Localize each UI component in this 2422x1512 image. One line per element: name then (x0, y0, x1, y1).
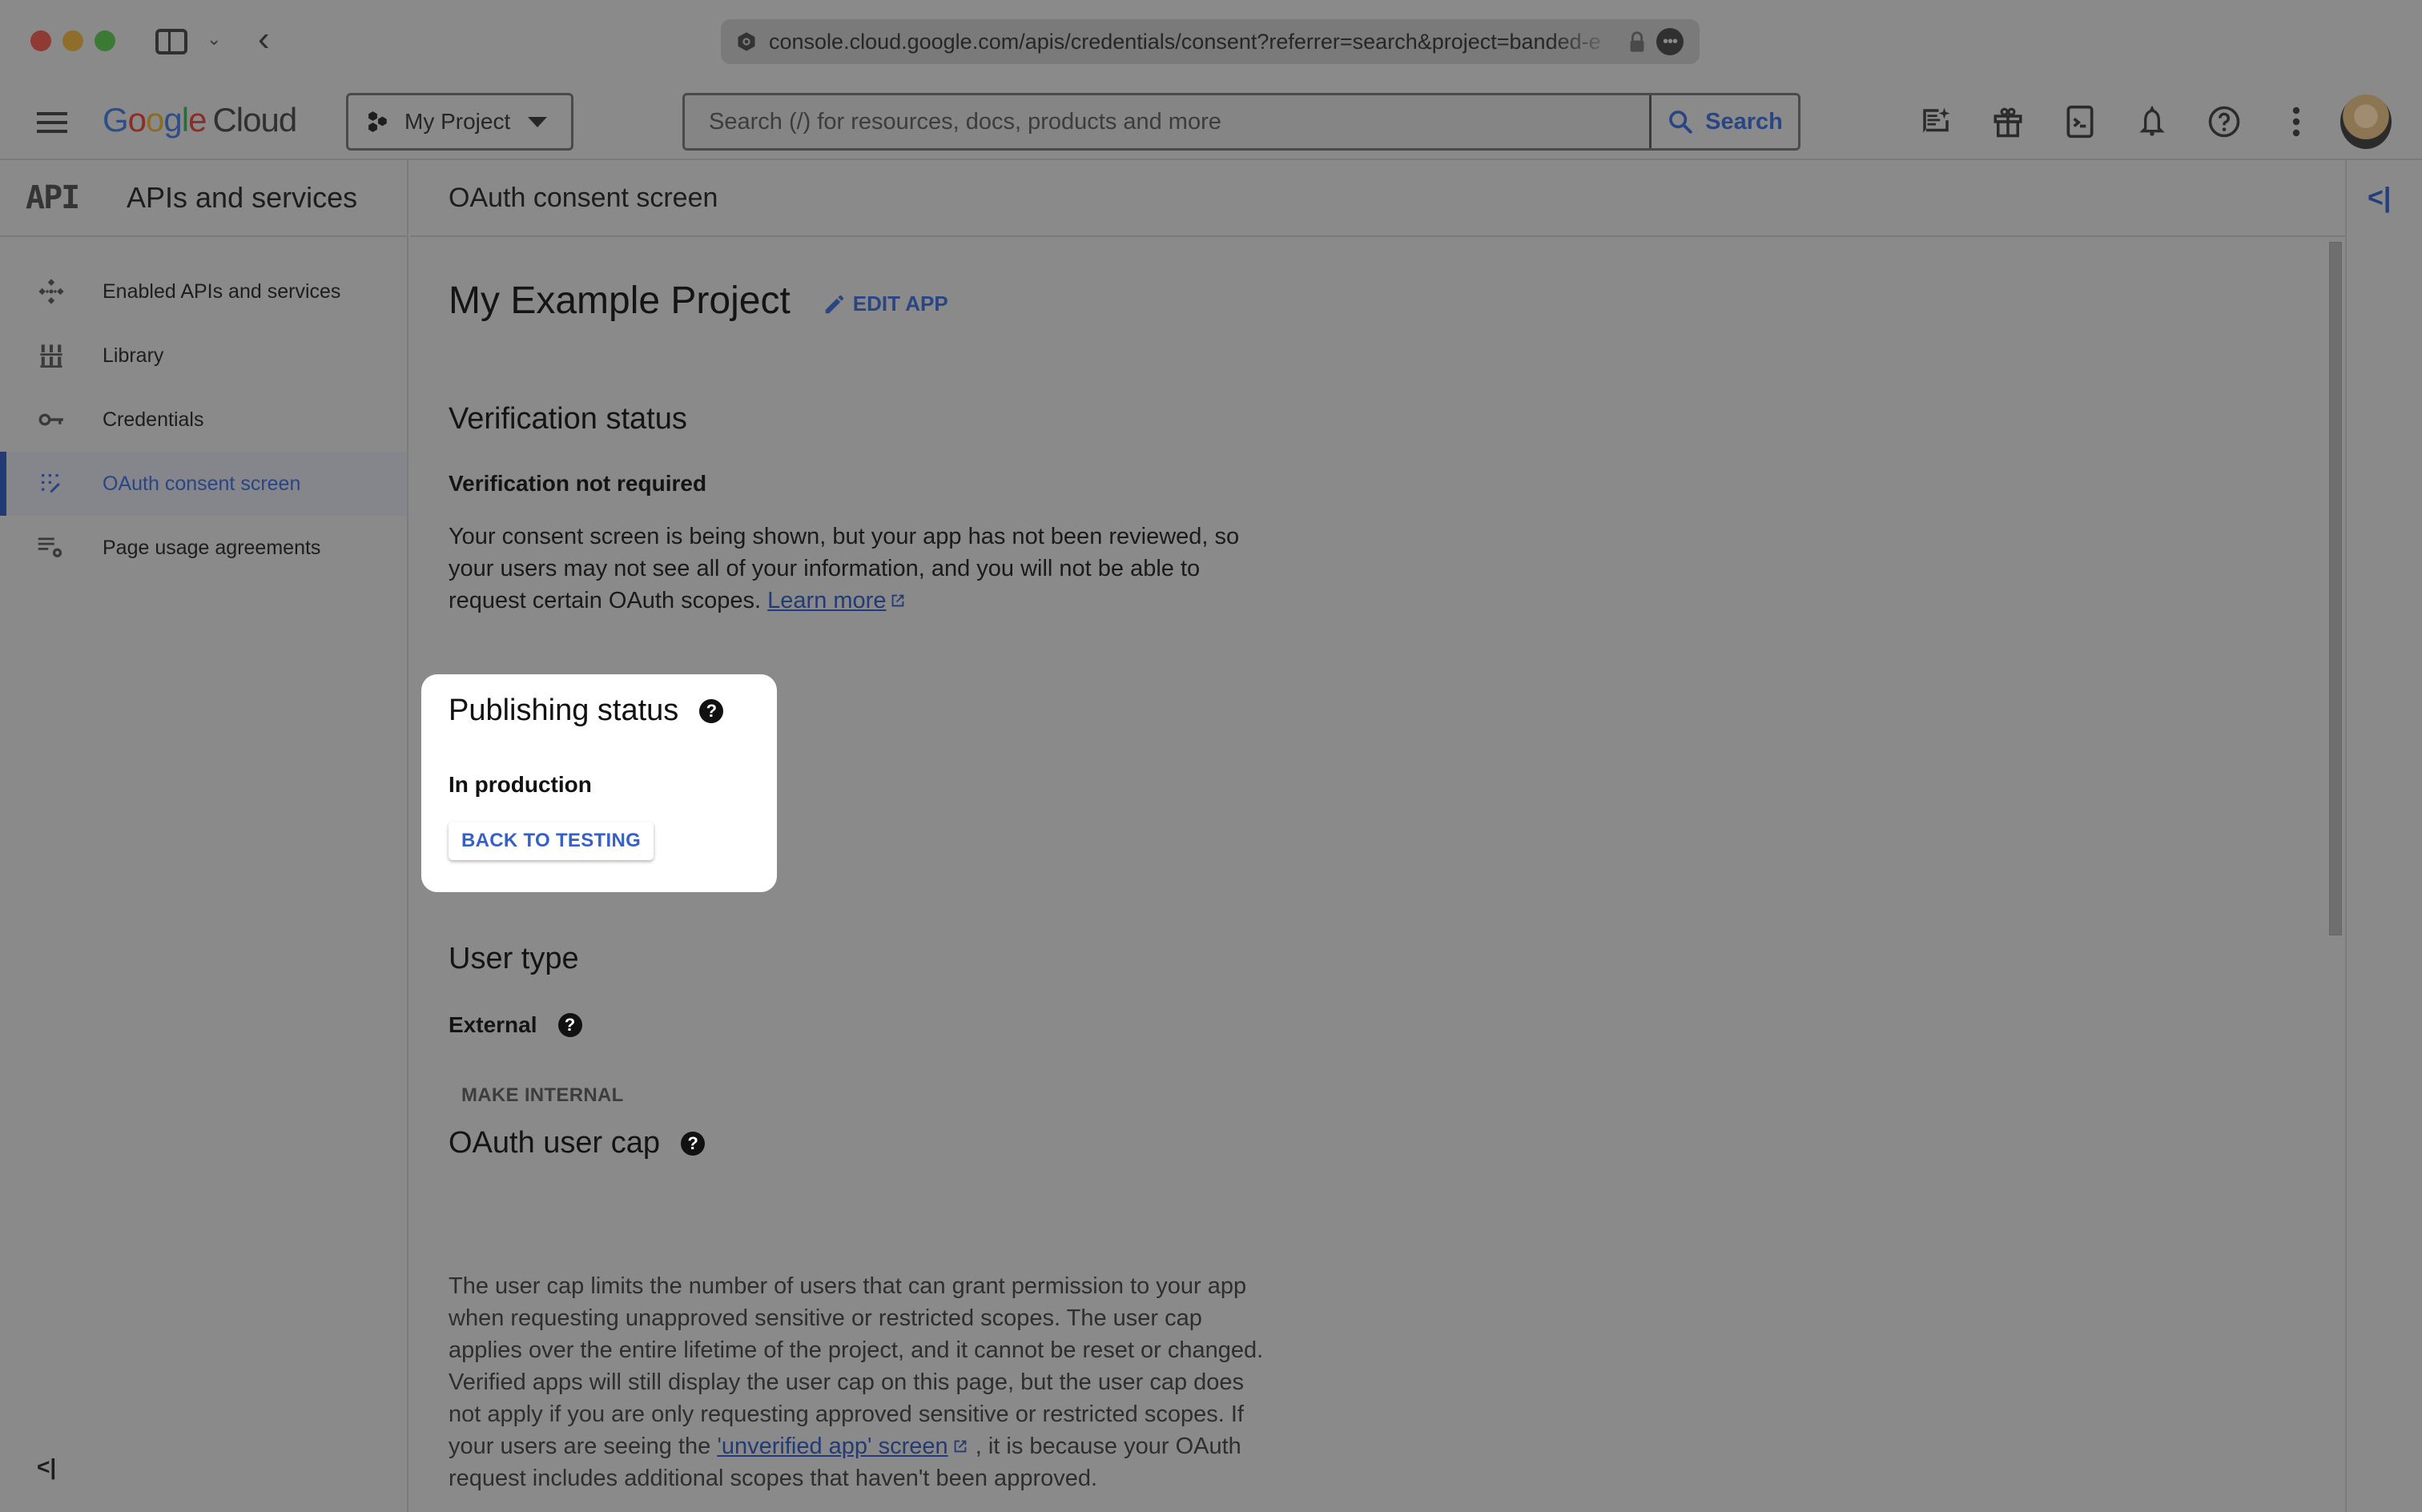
verification-heading: Verification status (449, 402, 687, 436)
external-link-icon (892, 594, 904, 607)
help-icon[interactable] (2207, 104, 2241, 139)
right-rail: <| (2345, 160, 2422, 1512)
browser-toolbar: ⌄ ‹ console.cloud.google.com/apis/creden… (0, 0, 2422, 83)
logo-product: Cloud (212, 101, 297, 139)
api-logo-icon: API (26, 179, 80, 216)
address-bar[interactable]: console.cloud.google.com/apis/credential… (721, 19, 1700, 64)
project-name: My Project (404, 109, 511, 134)
publishing-heading-row: Publishing status ? (449, 694, 724, 728)
nav-list: Enabled APIs and services Library Creden… (0, 259, 407, 580)
logo-letter: o (127, 101, 147, 139)
key-icon (35, 404, 67, 436)
publishing-heading: Publishing status (449, 694, 679, 727)
sidebar-item-label: Enabled APIs and services (103, 279, 341, 303)
nav-title: APIs and services (127, 181, 358, 214)
sidebar-item-credentials[interactable]: Credentials (0, 388, 407, 452)
back-to-testing-button[interactable]: BACK TO TESTING (449, 822, 654, 860)
sidebar-item-library[interactable]: Library (0, 324, 407, 388)
search-button-label: Search (1705, 108, 1783, 135)
back-button[interactable]: ‹ (258, 19, 270, 59)
google-cloud-logo[interactable]: Google Cloud (103, 101, 297, 139)
more-vert-icon[interactable] (2279, 104, 2313, 139)
close-window-button[interactable] (30, 30, 51, 51)
logo-letter: g (163, 101, 182, 139)
publishing-status-card: Publishing status ? In production BACK T… (421, 674, 777, 892)
unverified-app-screen-link[interactable]: 'unverified app' screen (717, 1434, 947, 1459)
console-header: Google Cloud My Project Search (0, 83, 2422, 160)
page-title: OAuth consent screen (449, 183, 718, 213)
user-cap-heading: OAuth user cap (449, 1126, 661, 1160)
usage-settings-icon (35, 532, 67, 564)
minimize-window-button[interactable] (62, 30, 83, 51)
collapse-nav-button[interactable]: <| (37, 1454, 56, 1480)
app-title-row: My Example Project EDIT APP (449, 279, 948, 323)
verification-description: Your consent screen is being shown, but … (449, 521, 1281, 617)
sidebar-item-label: Page usage agreements (103, 536, 321, 559)
edit-app-label: EDIT APP (852, 292, 948, 316)
enabled-apis-icon (35, 275, 67, 308)
search-input[interactable] (685, 95, 1649, 148)
sidebar-item-enabled-apis[interactable]: Enabled APIs and services (0, 259, 407, 324)
learn-more-link[interactable]: Learn more (767, 588, 886, 613)
verification-status: Verification not required (449, 471, 707, 496)
expand-panel-button[interactable]: <| (2368, 183, 2391, 214)
search-button[interactable]: Search (1649, 95, 1798, 148)
logo-letter: e (188, 101, 207, 139)
help-icon[interactable]: ? (557, 1013, 582, 1037)
maximize-window-button[interactable] (95, 30, 115, 51)
project-picker[interactable]: My Project (346, 93, 573, 151)
sidebar-item-label: Credentials (103, 408, 204, 431)
left-navigation: API APIs and services Enabled APIs and s… (0, 160, 408, 1512)
logo-letter: l (181, 101, 189, 139)
user-cap-heading-row: OAuth user cap ? (449, 1126, 706, 1160)
oauth-consent-icon (35, 468, 67, 500)
help-icon[interactable]: ? (681, 1131, 706, 1156)
cloud-shell-icon[interactable] (2063, 104, 2097, 139)
search-box: Search (682, 93, 1800, 151)
lock-icon (1630, 31, 1644, 52)
app-name: My Example Project (449, 279, 791, 322)
logo-letter: G (103, 101, 129, 139)
url-text[interactable]: console.cloud.google.com/apis/credential… (769, 30, 1618, 54)
nav-header: API APIs and services (0, 160, 407, 237)
user-cap-description: The user cap limits the number of users … (449, 1270, 1281, 1494)
more-options-icon[interactable]: ••• (1656, 28, 1684, 55)
sidebar-item-label: Library (103, 344, 164, 367)
account-avatar[interactable] (2340, 94, 2392, 149)
make-internal-button[interactable]: MAKE INTERNAL (461, 1084, 624, 1107)
publishing-status: In production (449, 772, 592, 797)
gemini-chat-icon[interactable] (1919, 104, 1953, 139)
user-cap-text: The user cap limits the number of users … (449, 1273, 1264, 1459)
library-icon (35, 340, 67, 372)
content-header: OAuth consent screen (410, 160, 2345, 237)
edit-app-button[interactable]: EDIT APP (823, 292, 948, 316)
project-hexagons-icon (368, 111, 387, 132)
help-icon[interactable]: ? (699, 698, 724, 723)
sidebar-item-oauth-consent[interactable]: OAuth consent screen (0, 452, 407, 516)
notifications-icon[interactable] (2135, 104, 2169, 139)
gift-icon[interactable] (1991, 104, 2025, 139)
user-type-value: External (449, 1012, 537, 1037)
main-menu-icon[interactable] (37, 112, 67, 133)
chevron-down-icon[interactable]: ⌄ (207, 29, 221, 50)
external-link-icon (954, 1440, 967, 1453)
sidebar-toggle-icon[interactable] (155, 29, 187, 54)
user-type-heading: User type (449, 942, 579, 975)
sidebar-item-label: OAuth consent screen (103, 472, 301, 495)
logo-letter: o (146, 101, 164, 139)
site-settings-icon[interactable] (735, 30, 758, 53)
user-type-row: External ? (449, 1012, 582, 1038)
sidebar-item-page-usage-agreements[interactable]: Page usage agreements (0, 516, 407, 580)
search-icon (1669, 111, 1692, 134)
caret-down-icon (528, 116, 548, 127)
header-actions (1919, 104, 2313, 139)
scrollbar-thumb[interactable] (2329, 242, 2342, 935)
pencil-icon (825, 295, 844, 313)
